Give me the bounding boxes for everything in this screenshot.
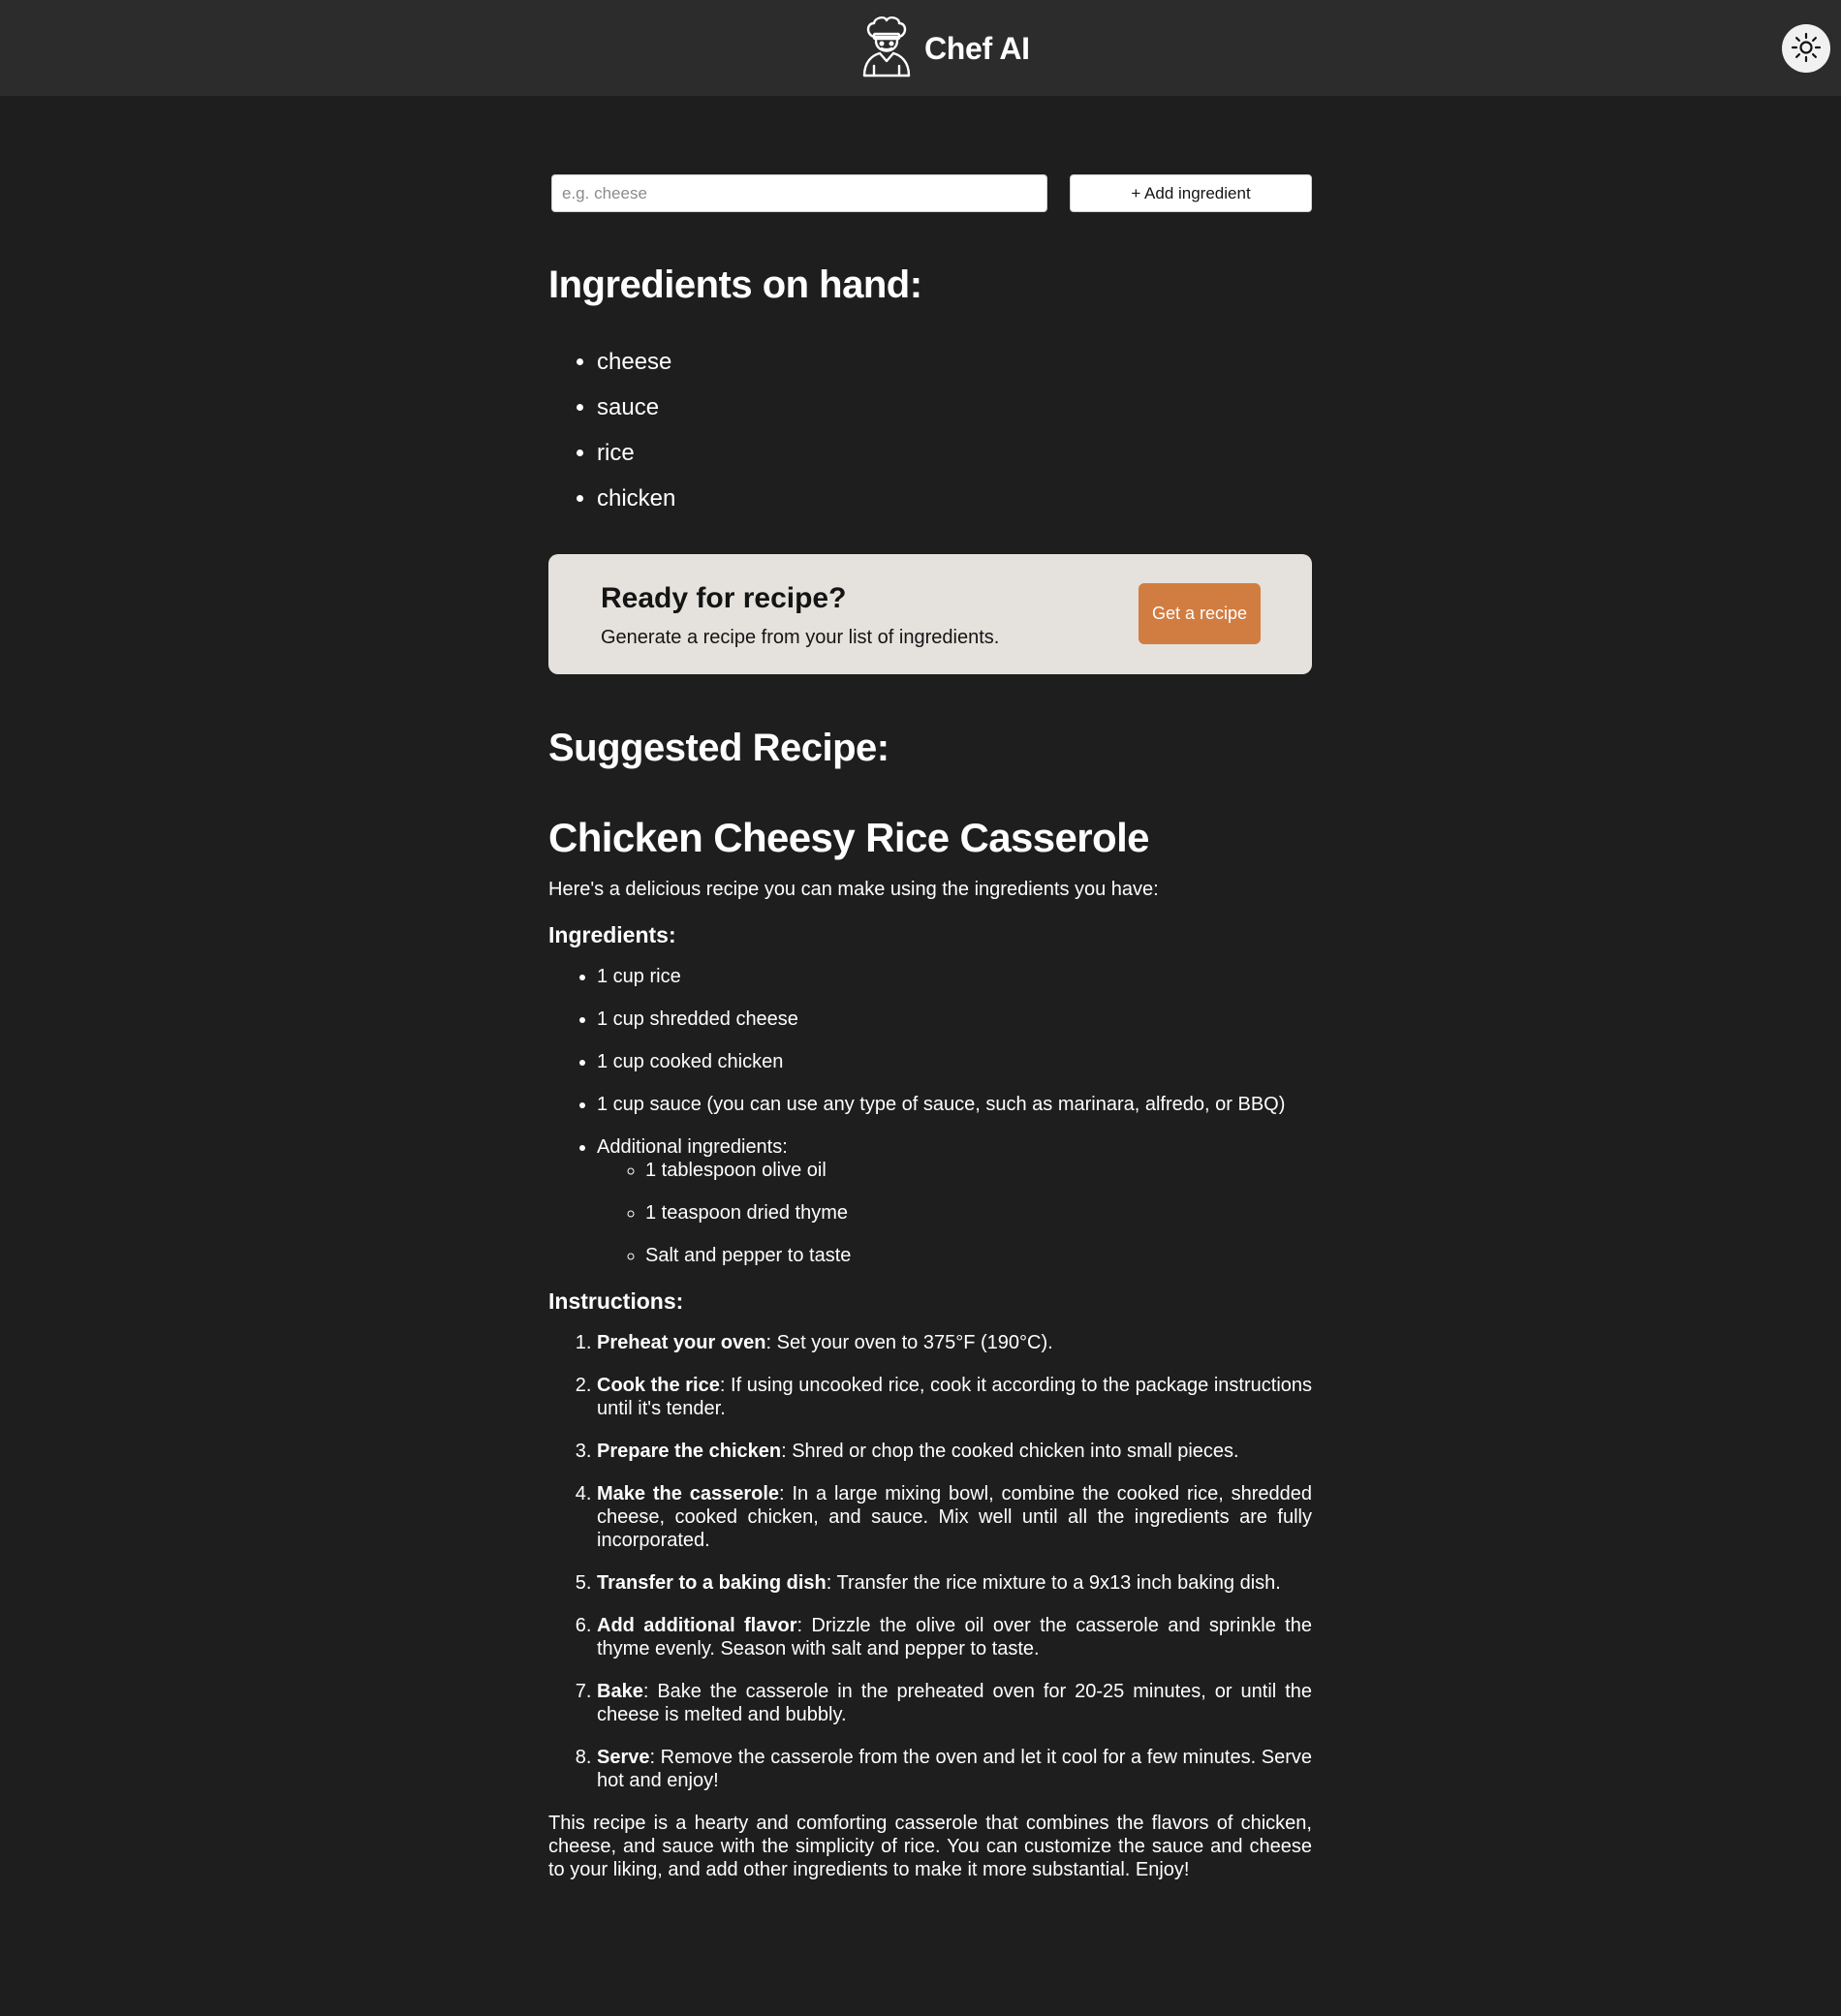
- step-title: Transfer to a baking dish: [597, 1572, 827, 1594]
- step-title: Cook the rice: [597, 1375, 720, 1396]
- instruction-step: Preheat your oven: Set your oven to 375°…: [597, 1331, 1312, 1354]
- step-text: : Transfer the rice mixture to a 9x13 in…: [826, 1572, 1281, 1594]
- recipe-ingredient-item: Additional ingredients: 1 tablespoon oli…: [597, 1135, 1312, 1267]
- recipe-instructions-list: Preheat your oven: Set your oven to 375°…: [548, 1331, 1312, 1792]
- theme-toggle-button[interactable]: [1782, 24, 1830, 73]
- step-title: Serve: [597, 1747, 650, 1768]
- additional-ingredient-item: 1 teaspoon dried thyme: [645, 1201, 1312, 1225]
- recipe-outro: This recipe is a hearty and comforting c…: [548, 1813, 1312, 1880]
- brand: Chef AI: [860, 16, 1030, 82]
- recipe-ingredient-item: 1 cup cooked chicken: [597, 1050, 1312, 1073]
- ingredients-on-hand-title: Ingredients on hand:: [548, 264, 922, 306]
- additional-ingredient-item: Salt and pepper to taste: [645, 1244, 1312, 1267]
- ingredient-input[interactable]: [551, 174, 1047, 212]
- ingredient-item: sauce: [597, 385, 1312, 430]
- step-text: : Bake the casserole in the preheated ov…: [597, 1681, 1312, 1725]
- ingredients-on-hand-list: cheese sauce rice chicken: [548, 339, 1312, 521]
- instruction-step: Bake: Bake the casserole in the preheate…: [597, 1680, 1312, 1726]
- step-title: Add additional flavor: [597, 1615, 797, 1636]
- sun-icon: [1791, 32, 1822, 66]
- recipe-intro: Here's a delicious recipe you can make u…: [548, 879, 1159, 900]
- instruction-step: Serve: Remove the casserole from the ove…: [597, 1746, 1312, 1792]
- instruction-step: Make the casserole: In a large mixing bo…: [597, 1482, 1312, 1552]
- instruction-step: Prepare the chicken: Shred or chop the c…: [597, 1440, 1312, 1463]
- app-name: Chef AI: [924, 30, 1030, 66]
- additional-ingredient-item: 1 tablespoon olive oil: [645, 1159, 1312, 1182]
- recipe-cta-panel: Ready for recipe? Generate a recipe from…: [548, 554, 1312, 674]
- recipe-ingredient-item: 1 cup sauce (you can use any type of sau…: [597, 1093, 1312, 1116]
- step-text: : Set your oven to 375°F (190°C).: [765, 1332, 1053, 1353]
- additional-ingredients-list: 1 tablespoon olive oil 1 teaspoon dried …: [597, 1159, 1312, 1267]
- instruction-step: Add additional flavor: Drizzle the olive…: [597, 1614, 1312, 1660]
- step-text: : Shred or chop the cooked chicken into …: [781, 1441, 1239, 1462]
- step-title: Make the casserole: [597, 1483, 780, 1504]
- chef-icon: [860, 16, 913, 82]
- cta-subtitle: Generate a recipe from your list of ingr…: [601, 627, 1000, 648]
- recipe-ingredient-item: 1 cup shredded cheese: [597, 1008, 1312, 1031]
- step-title: Prepare the chicken: [597, 1441, 782, 1462]
- step-text: : Remove the casserole from the oven and…: [597, 1747, 1312, 1791]
- ingredient-item: rice: [597, 430, 1312, 476]
- recipe-ingredients-list: 1 cup rice 1 cup shredded cheese 1 cup c…: [548, 965, 1312, 1267]
- instruction-step: Cook the rice: If using uncooked rice, c…: [597, 1374, 1312, 1420]
- cta-title: Ready for recipe?: [601, 582, 847, 614]
- additional-ingredients-label: Additional ingredients:: [597, 1136, 788, 1158]
- recipe-name: Chicken Cheesy Rice Casserole: [548, 815, 1150, 860]
- ingredient-item: chicken: [597, 476, 1312, 521]
- step-title: Preheat your oven: [597, 1332, 766, 1353]
- recipe-ingredient-item: 1 cup rice: [597, 965, 1312, 988]
- add-ingredient-button[interactable]: + Add ingredient: [1070, 174, 1312, 212]
- recipe-instructions-heading: Instructions:: [548, 1288, 684, 1314]
- suggested-recipe-title: Suggested Recipe:: [548, 727, 889, 769]
- get-recipe-button[interactable]: Get a recipe: [1139, 583, 1261, 644]
- step-title: Bake: [597, 1681, 643, 1702]
- instruction-step: Transfer to a baking dish: Transfer the …: [597, 1571, 1312, 1595]
- top-bar: Chef AI: [0, 0, 1841, 96]
- ingredient-item: cheese: [597, 339, 1312, 385]
- recipe-content: Chicken Cheesy Rice Casserole Here's a d…: [548, 808, 1312, 1901]
- recipe-ingredients-heading: Ingredients:: [548, 922, 676, 947]
- add-ingredient-form: + Add ingredient: [551, 174, 1312, 212]
